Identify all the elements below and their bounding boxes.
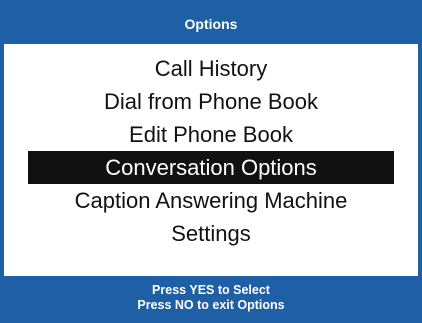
menu-item-edit-phone-book[interactable]: Edit Phone Book xyxy=(4,118,418,151)
menu-item-conversation-options[interactable]: Conversation Options xyxy=(28,151,394,184)
instructions-footer: Press YES to Select Press NO to exit Opt… xyxy=(4,276,418,319)
select-instruction: Press YES to Select xyxy=(152,282,270,297)
title-bar: Options xyxy=(4,4,418,44)
menu-item-dial-from-phone-book[interactable]: Dial from Phone Book xyxy=(4,85,418,118)
menu-item-settings[interactable]: Settings xyxy=(4,217,418,250)
exit-instruction: Press NO to exit Options xyxy=(137,297,285,312)
menu-item-caption-answering-machine[interactable]: Caption Answering Machine xyxy=(4,184,418,217)
menu-item-call-history[interactable]: Call History xyxy=(4,52,418,85)
page-title: Options xyxy=(184,16,238,32)
options-screen: Options Call History Dial from Phone Boo… xyxy=(0,0,422,323)
options-menu: Call History Dial from Phone Book Edit P… xyxy=(4,52,418,250)
